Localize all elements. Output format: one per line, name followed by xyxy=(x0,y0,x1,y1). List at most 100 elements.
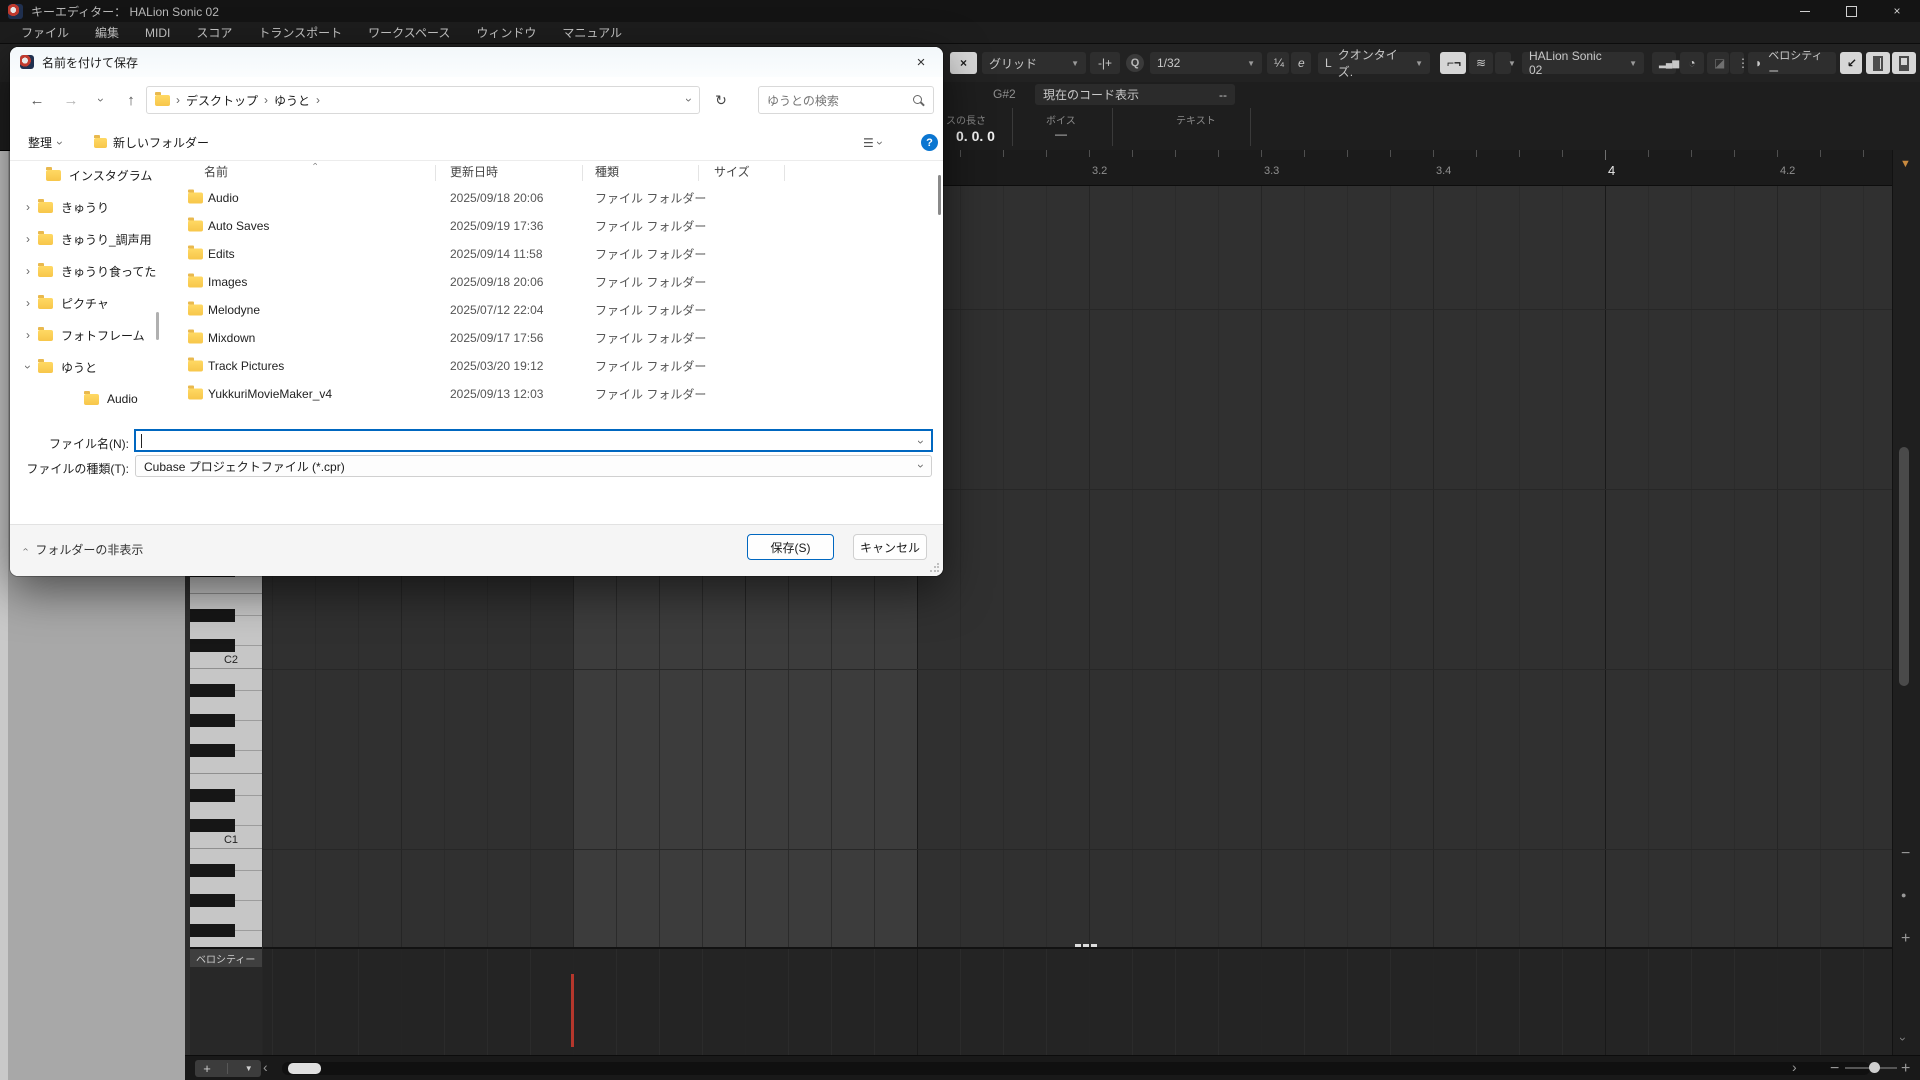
iterative-quantize-button[interactable]: e xyxy=(1291,52,1311,74)
minimize-button[interactable] xyxy=(1782,0,1828,22)
black-key[interactable] xyxy=(190,864,235,877)
column-header-name[interactable]: 名前 xyxy=(204,163,228,180)
refresh-button[interactable]: ↻ xyxy=(706,86,736,114)
v-scrollbar-thumb[interactable] xyxy=(1899,447,1909,686)
add-lane-button[interactable]: + xyxy=(203,1061,211,1076)
velocity-lane[interactable] xyxy=(263,947,1892,1055)
tree-item[interactable]: ›ピクチャ xyxy=(10,290,160,316)
column-separator[interactable] xyxy=(582,165,583,181)
help-button[interactable]: ? xyxy=(921,134,938,151)
black-key[interactable] xyxy=(190,714,235,727)
black-key[interactable] xyxy=(190,924,235,937)
file-row[interactable]: Audio2025/09/18 20:06ファイル フォルダー xyxy=(160,184,943,212)
file-row[interactable]: Auto Saves2025/09/19 17:36ファイル フォルダー xyxy=(160,212,943,240)
new-folder-button[interactable]: 新しいフォルダー xyxy=(94,134,209,151)
part-layers-button[interactable]: ≋ xyxy=(1469,52,1493,74)
column-header-date[interactable]: 更新日時 xyxy=(450,163,498,180)
dialog-close-button[interactable]: × xyxy=(899,47,943,77)
close-button[interactable]: × xyxy=(1874,0,1920,22)
chevron-right-icon[interactable]: › xyxy=(26,232,30,246)
tree-item[interactable]: ›きゅうり食ってた xyxy=(10,258,160,284)
column-header-size[interactable]: サイズ xyxy=(714,163,750,180)
black-key[interactable] xyxy=(190,819,235,832)
hide-folders-button[interactable]: › フォルダーの非表示 xyxy=(24,541,143,558)
swing-button[interactable]: ¼ xyxy=(1267,52,1289,74)
filename-dropdown-icon[interactable]: › xyxy=(914,440,928,444)
snap-button[interactable]: × xyxy=(950,52,977,74)
resize-grip[interactable] xyxy=(929,563,939,573)
chevron-right-icon[interactable]: › xyxy=(26,296,30,310)
event-colors-button[interactable]: ▂▄▆ xyxy=(1652,52,1676,74)
inspector-toggle-button[interactable]: ↙ xyxy=(1840,52,1862,74)
black-key[interactable] xyxy=(190,639,235,652)
file-row[interactable]: Mixdown2025/09/17 17:56ファイル フォルダー xyxy=(160,324,943,352)
menu-item[interactable]: スコア xyxy=(183,24,245,41)
more-options-button[interactable]: ⋮ xyxy=(1730,52,1744,74)
part-list-dropdown[interactable]: ▼ xyxy=(1495,52,1511,74)
file-row[interactable]: Melodyne2025/07/12 22:04ファイル フォルダー xyxy=(160,296,943,324)
save-button[interactable]: 保存(S) xyxy=(747,534,834,560)
black-key[interactable] xyxy=(190,894,235,907)
breadcrumb-item[interactable]: ゆうと xyxy=(274,92,310,109)
menu-item[interactable]: MIDI xyxy=(132,26,183,40)
forward-button[interactable]: → xyxy=(58,86,84,114)
file-row[interactable]: YukkuriMovieMaker_v42025/09/13 12:03ファイル… xyxy=(160,380,943,408)
black-key[interactable] xyxy=(190,609,235,622)
chord-display-box[interactable]: 現在のコード表示-- xyxy=(1035,84,1235,105)
black-key[interactable] xyxy=(190,789,235,802)
black-key[interactable] xyxy=(190,684,235,697)
menu-item[interactable]: ファイル xyxy=(8,24,82,41)
breadcrumb-item[interactable]: デスクトップ xyxy=(186,92,258,109)
address-dropdown-icon[interactable]: › xyxy=(682,98,696,102)
list-scrollbar[interactable] xyxy=(938,175,941,215)
scroll-right-button[interactable]: › xyxy=(1792,1059,1797,1075)
velocity-bar[interactable] xyxy=(571,974,574,1047)
file-row[interactable]: Track Pictures2025/03/20 19:12ファイル フォルダー xyxy=(160,352,943,380)
tree-item[interactable]: ›きゅうり_調声用 xyxy=(10,226,160,252)
mute-display-button[interactable]: ◪ xyxy=(1707,52,1729,74)
scroll-left-button[interactable]: ‹ xyxy=(263,1059,268,1075)
view-mode-button[interactable]: ☰ › xyxy=(863,136,882,150)
search-box[interactable]: ゆうとの検索 xyxy=(758,86,934,114)
velocity-lane-header[interactable]: ベロシティー xyxy=(190,947,262,967)
time-display-button[interactable]: ◔ xyxy=(1680,52,1704,74)
filename-input[interactable]: › xyxy=(135,430,932,451)
recent-locations-button[interactable]: › xyxy=(90,86,112,114)
collapse-chevron-button[interactable]: › xyxy=(1901,1030,1905,1048)
up-button[interactable]: ↑ xyxy=(118,86,144,114)
h-zoom-knob[interactable] xyxy=(1869,1062,1880,1073)
h-scrollbar-thumb[interactable] xyxy=(288,1063,321,1074)
part-borders-button[interactable]: ⌐¬ xyxy=(1440,52,1466,74)
menu-item[interactable]: ウィンドウ xyxy=(463,24,549,41)
menu-item[interactable]: トランスポート xyxy=(245,24,355,41)
tree-item[interactable]: ›フォトフレーム xyxy=(10,322,160,348)
black-key[interactable] xyxy=(190,744,235,757)
ruler-options-button[interactable]: ▼ xyxy=(1900,158,1911,170)
left-zone-toggle[interactable] xyxy=(1866,52,1890,74)
maximize-button[interactable] xyxy=(1828,0,1874,22)
file-row[interactable]: Images2025/09/18 20:06ファイル フォルダー xyxy=(160,268,943,296)
tree-item[interactable]: ›きゅうり xyxy=(10,194,160,220)
menu-item[interactable]: マニュアル xyxy=(549,24,635,41)
lane-menu-button[interactable]: ▼ xyxy=(245,1064,253,1073)
active-part-select[interactable]: HALion Sonic 02▼ xyxy=(1522,52,1644,74)
chevron-right-icon[interactable]: › xyxy=(26,328,30,342)
column-header-type[interactable]: 種類 xyxy=(595,163,619,180)
chevron-right-icon[interactable]: › xyxy=(26,264,30,278)
controller-lane-select[interactable]: ◗ベロシティー xyxy=(1748,52,1836,74)
tree-item[interactable]: ›ゆうと xyxy=(10,354,160,380)
h-scrollbar-track[interactable] xyxy=(282,1062,1870,1075)
menu-item[interactable]: ワークスペース xyxy=(355,24,463,41)
tree-item[interactable]: インスタグラム xyxy=(10,162,160,188)
menu-item[interactable]: 編集 xyxy=(82,24,132,41)
cancel-button[interactable]: キャンセル xyxy=(853,534,927,560)
tree-item[interactable]: Audio xyxy=(10,386,160,412)
filetype-select[interactable]: Cubase プロジェクトファイル (*.cpr) › xyxy=(135,455,932,477)
organize-button[interactable]: 整理 › xyxy=(28,134,62,151)
v-zoom-in-button[interactable]: + xyxy=(1901,930,1910,948)
sidebar-scrollbar[interactable] xyxy=(156,312,159,340)
column-separator[interactable] xyxy=(435,165,436,181)
lower-zone-toggle[interactable] xyxy=(1892,52,1916,74)
length-quantize-select[interactable]: Lクオンタイズ.▼ xyxy=(1318,52,1430,74)
zoom-in-button[interactable]: + xyxy=(1901,1060,1910,1078)
